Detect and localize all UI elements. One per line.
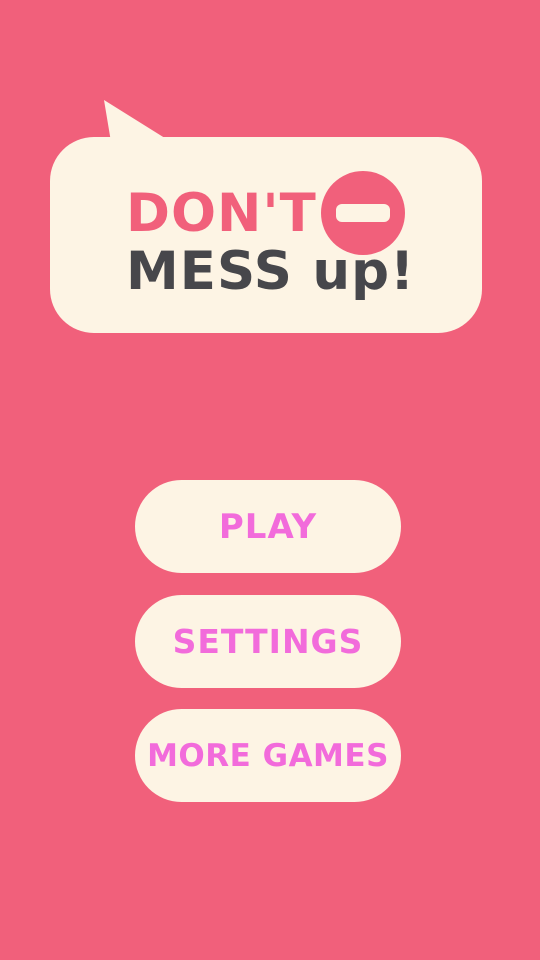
main-menu-screen: DON'T MESS up! PLAY SETTINGS MORE GAMES: [0, 0, 540, 960]
logo-title-line1: DON'T: [126, 183, 317, 244]
more-games-button[interactable]: MORE GAMES: [135, 709, 401, 802]
settings-button[interactable]: SETTINGS: [135, 595, 401, 688]
play-button[interactable]: PLAY: [135, 480, 401, 573]
minus-icon-bar: [336, 204, 390, 222]
logo-title-line2: MESS up!: [126, 241, 416, 302]
